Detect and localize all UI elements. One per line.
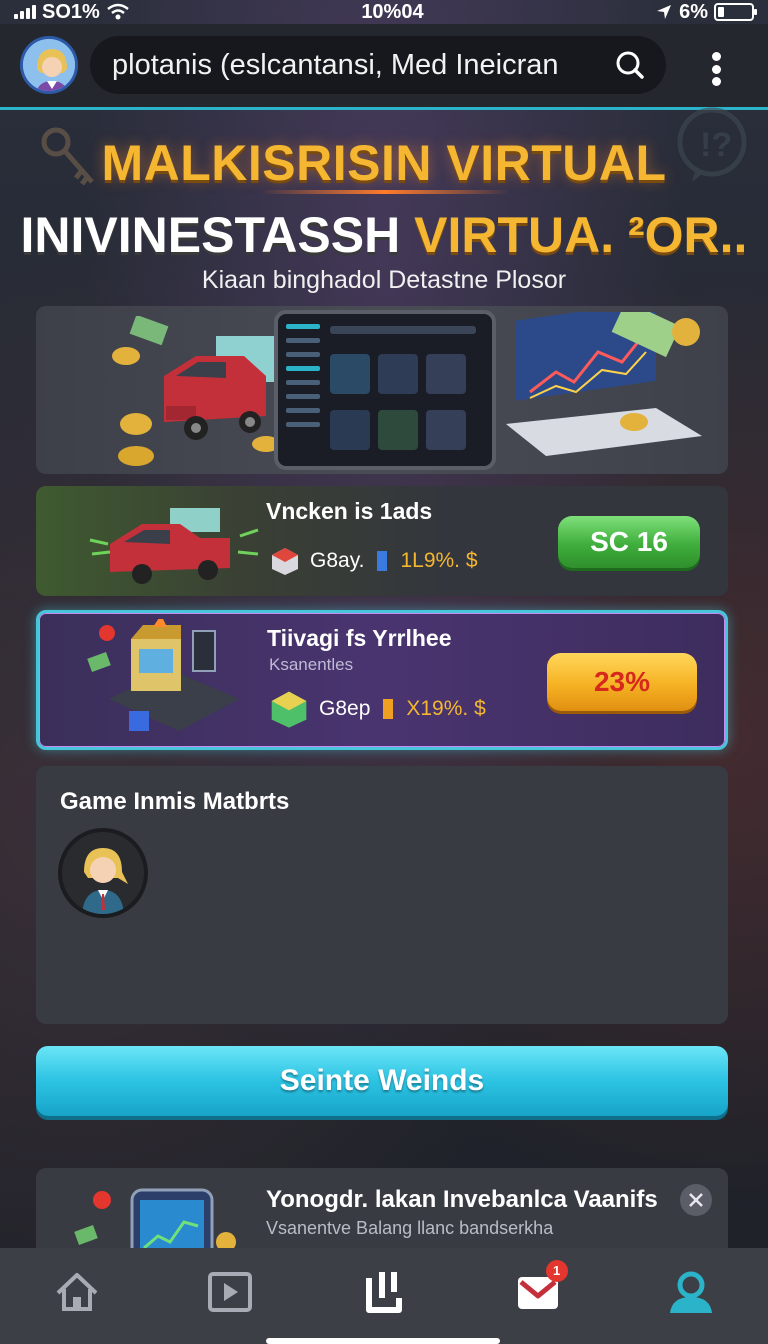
hero-divider-glow [260, 190, 510, 194]
close-icon[interactable] [680, 1184, 712, 1216]
notification-title: Yonogdr. lakan Invebanlca Vaanifs [266, 1186, 658, 1213]
wifi-icon [107, 3, 129, 20]
hero-banner[interactable] [36, 306, 728, 474]
primary-action-button[interactable]: Seinte Weinds [36, 1046, 728, 1116]
location-arrow-icon [657, 5, 672, 19]
battery-icon [714, 3, 757, 21]
card-meta-value: X19%. $ [406, 697, 486, 720]
search-bar[interactable]: plotanis (eslcantansi, Med Ineicran [90, 36, 666, 94]
app-header: plotanis (eslcantansi, Med Ineicran [0, 24, 768, 110]
play-icon [208, 1272, 253, 1312]
return-rate-button[interactable]: 23% [547, 653, 697, 711]
bottom-navigation: 1 [0, 1248, 768, 1344]
leaderboard-panel: Game Inmis Matbrts [36, 766, 728, 1024]
card-subtitle: Ksanentles [269, 655, 354, 674]
profile-icon [670, 1271, 713, 1313]
cube-icon [271, 691, 307, 728]
status-bar: SO1% 10%04 6% [0, 0, 768, 24]
truck-icon [89, 508, 259, 584]
inbox-badge: 1 [545, 1260, 568, 1282]
tablet-dashboard-illustration [274, 310, 496, 470]
search-icon[interactable] [614, 49, 646, 81]
hero-title-line2: INIVINESTASSH VIRTUA. ²OR.. [0, 206, 768, 264]
hero-title-line2-white: INIVINESTASSH [20, 207, 415, 263]
investment-card[interactable]: Vncken is 1ads G8ay. 1L9%. $ SC 16 [36, 486, 728, 596]
signal-icon [14, 5, 36, 19]
player-portrait-icon [82, 848, 128, 914]
home-indicator [266, 1338, 500, 1344]
card-meta-value: 1L9%. $ [400, 549, 478, 572]
invest-button[interactable]: SC 16 [558, 516, 700, 568]
card-meta: G8ep X19%. $ [269, 689, 486, 729]
carrier-text: SO1% [42, 0, 100, 23]
truck-illustration [112, 316, 276, 466]
nav-play[interactable] [200, 1266, 260, 1318]
card-title: Tiivagi fs Yrrlhee [267, 625, 452, 651]
clock: 10%04 [361, 0, 424, 23]
laptop-chart-illustration [506, 312, 702, 456]
city-building-icon [87, 619, 239, 731]
hero-subtitle: Kiaan binghadol Detastne Plosor [201, 266, 567, 294]
nav-inbox[interactable]: 1 [508, 1260, 568, 1318]
nav-profile[interactable] [661, 1266, 721, 1318]
player-avatar[interactable] [58, 828, 148, 918]
home-icon [56, 1273, 98, 1311]
portfolio-icon [365, 1272, 402, 1313]
card-title: Vncken is 1ads [266, 498, 433, 524]
nav-portfolio[interactable] [354, 1266, 414, 1318]
card-meta-label: G8ay. [310, 549, 365, 572]
avatar-portrait-icon [23, 39, 75, 91]
bar-icon [377, 551, 388, 571]
hero-title: MALKISRISIN VIRTUAL [101, 135, 667, 191]
cube-icon [272, 548, 298, 575]
nav-home[interactable] [47, 1266, 107, 1318]
card-meta: G8ay. 1L9%. $ [270, 546, 478, 576]
investment-card-highlighted[interactable]: Tiivagi fs Yrrlhee Ksanentles G8ep X19%.… [36, 610, 728, 750]
user-avatar[interactable] [20, 36, 78, 94]
battery-percent: 6% [679, 0, 708, 23]
leaderboard-title: Game Inmis Matbrts [60, 788, 290, 815]
kebab-menu-icon[interactable] [706, 52, 726, 86]
hero-title-line2-gold: VIRTUA. ²OR.. [414, 207, 748, 263]
notification-subtitle: Vsanentve Balang llanc bandserkha [266, 1218, 554, 1238]
search-query[interactable]: plotanis (eslcantansi, Med Ineicran [112, 49, 614, 82]
bar-icon [383, 699, 394, 719]
card-meta-label: G8ep [319, 697, 371, 720]
